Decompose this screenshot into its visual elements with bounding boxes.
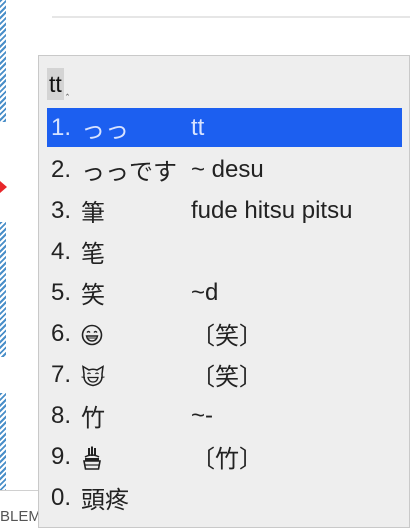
candidate-item-2[interactable]: 2. っっです ~ desu xyxy=(47,149,402,190)
background-status-text: BLEM xyxy=(0,508,41,525)
ime-candidate-window: tt ‸ 1. っっ tt 2. っっです ~ desu 3. 筆 fude h… xyxy=(38,55,410,528)
candidate-word: 頭疼 xyxy=(81,486,129,514)
background-divider xyxy=(52,16,410,18)
candidate-comment: ~ desu xyxy=(191,155,264,183)
kadomatsu-bamboo-icon xyxy=(83,446,101,470)
candidate-word: 竹 xyxy=(81,404,105,432)
candidate-comment: ~d xyxy=(191,278,219,306)
red-arrow-icon xyxy=(0,181,7,193)
candidate-comment: 〔笑〕 xyxy=(191,323,263,350)
candidate-item-5[interactable]: 5. 笑 ~d xyxy=(47,272,402,313)
composition-line: tt ‸ xyxy=(47,68,69,100)
candidate-item-4[interactable]: 4. 笔 xyxy=(47,231,402,272)
background-divider xyxy=(0,490,40,491)
candidate-number: 8. xyxy=(51,401,72,429)
candidate-item-1[interactable]: 1. っっ tt xyxy=(47,108,402,147)
candidate-word: っっ xyxy=(81,116,129,144)
candidate-comment: 〔竹〕 xyxy=(191,446,263,473)
candidate-comment: ~- xyxy=(191,401,214,429)
candidate-number: 2. xyxy=(51,155,72,183)
candidate-item-3[interactable]: 3. 筆 fude hitsu pitsu xyxy=(47,190,402,231)
candidate-number: 1. xyxy=(51,113,72,141)
candidate-word: っっです xyxy=(81,158,177,186)
candidate-number: 5. xyxy=(51,278,72,306)
grinning-cat-icon xyxy=(81,364,105,386)
candidate-word xyxy=(81,320,191,348)
candidate-word: 笔 xyxy=(81,240,105,268)
candidate-number: 3. xyxy=(51,196,72,224)
background-scroll-stripe xyxy=(0,222,6,357)
background-scroll-stripe xyxy=(0,393,6,491)
candidate-number: 0. xyxy=(51,483,72,511)
candidate-item-7[interactable]: 7. 〔笑〕 xyxy=(47,354,402,395)
candidate-comment: tt xyxy=(191,113,205,141)
candidate-item-6[interactable]: 6. 〔笑〕 xyxy=(47,313,402,354)
candidate-number: 4. xyxy=(51,237,72,265)
candidate-word: 筆 xyxy=(81,199,105,227)
composition-caret: ‸ xyxy=(65,84,70,96)
grinning-face-icon xyxy=(81,324,103,345)
candidate-number: 6. xyxy=(51,319,72,347)
candidate-item-8[interactable]: 8. 竹 ~- xyxy=(47,395,402,436)
candidate-word: 笑 xyxy=(81,281,105,309)
candidate-comment: 〔笑〕 xyxy=(191,364,263,391)
background-scroll-stripe xyxy=(0,0,6,122)
candidate-number: 7. xyxy=(51,360,72,388)
candidate-number: 9. xyxy=(51,442,72,470)
candidate-item-10[interactable]: 0. 頭疼 xyxy=(47,477,402,518)
candidate-word xyxy=(81,361,191,389)
candidate-list: 1. っっ tt 2. っっです ~ desu 3. 筆 fude hitsu … xyxy=(47,108,402,518)
candidate-comment: fude hitsu pitsu xyxy=(191,196,353,224)
candidate-item-9[interactable]: 9. 〔竹〕 xyxy=(47,436,402,477)
composition-text: tt xyxy=(47,68,64,100)
candidate-word xyxy=(81,443,191,471)
